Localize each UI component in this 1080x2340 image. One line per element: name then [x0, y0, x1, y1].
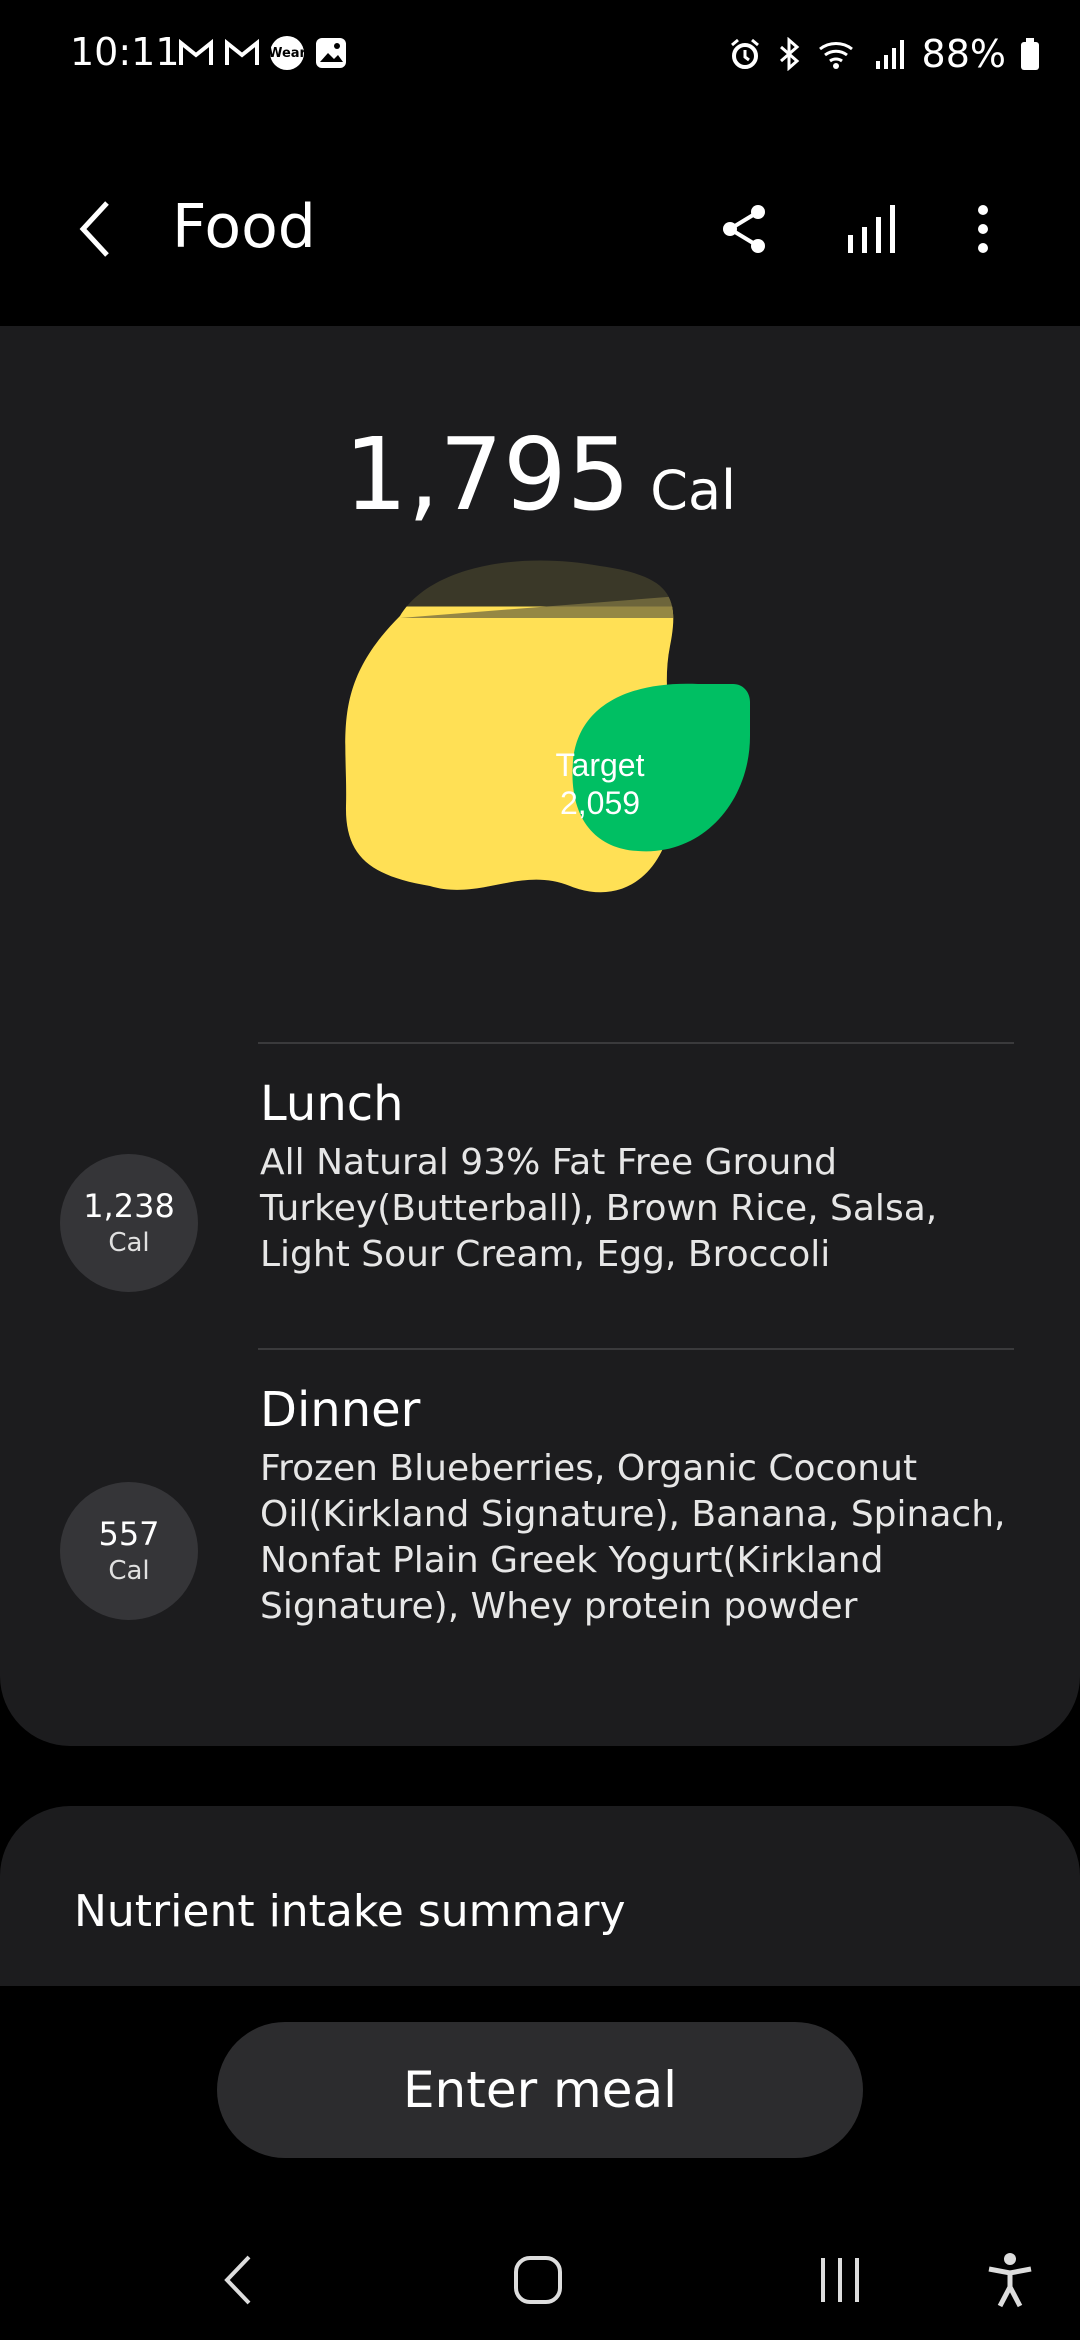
home-nav-icon: [514, 2256, 562, 2304]
share-icon: [723, 205, 765, 253]
chart-icon: [848, 205, 895, 253]
meal-calories: 1,238: [83, 1187, 175, 1225]
gmail-icon: [225, 38, 259, 65]
food-summary-card: 1,795 Cal Target 2,059 1,238 Cal Lunch A…: [0, 326, 1080, 1746]
wifi-icon: [818, 42, 853, 69]
more-options-button[interactable]: [948, 194, 1018, 264]
meal-calories-unit: Cal: [108, 1228, 150, 1258]
nutrient-summary-card[interactable]: Nutrient intake summary: [0, 1806, 1080, 1986]
battery-icon: [1021, 38, 1039, 70]
system-nav-bar: [0, 2200, 1080, 2340]
more-icon: [978, 205, 988, 253]
calorie-total-value: 1,795: [343, 416, 631, 533]
status-notification-icons: Wear: [178, 36, 348, 70]
target-text: Target: [555, 747, 645, 783]
page-title: Food: [172, 192, 316, 262]
meal-calories-unit: Cal: [108, 1556, 150, 1586]
nav-recents-button[interactable]: [800, 2240, 880, 2320]
battery-percent: 88%: [921, 32, 1006, 76]
nav-home-button[interactable]: [498, 2240, 578, 2320]
meal-calorie-badge: 1,238 Cal: [60, 1154, 198, 1292]
gallery-icon: [316, 38, 346, 68]
back-nav-icon: [224, 2255, 251, 2305]
divider: [258, 1042, 1014, 1044]
chevron-left-icon: [79, 201, 109, 257]
back-button[interactable]: [60, 194, 130, 264]
meal-lunch[interactable]: 1,238 Cal Lunch All Natural 93% Fat Free…: [0, 1056, 1080, 1346]
nutrient-summary-title: Nutrient intake summary: [74, 1886, 626, 1937]
share-button[interactable]: [710, 194, 780, 264]
signal-icon: [875, 40, 904, 69]
meal-name: Dinner: [260, 1382, 421, 1438]
meal-name: Lunch: [260, 1076, 404, 1132]
divider: [258, 1348, 1014, 1350]
calorie-total: 1,795 Cal: [0, 416, 1080, 533]
meal-items: All Natural 93% Fat Free Ground Turkey(B…: [260, 1142, 938, 1275]
recents-nav-icon: [821, 2258, 859, 2302]
status-time: 10:11: [70, 30, 180, 74]
nav-accessibility-button[interactable]: [970, 2240, 1050, 2320]
alarm-icon: [730, 38, 759, 69]
meal-calories: 557: [98, 1515, 160, 1553]
app-header: Food: [0, 180, 1080, 280]
calorie-blob-svg: [345, 560, 750, 893]
trends-button[interactable]: [836, 194, 906, 264]
gmail-icon: [179, 38, 213, 65]
meal-dinner[interactable]: 557 Cal Dinner Frozen Blueberries, Organ…: [0, 1362, 1080, 1702]
status-bar: 10:11 Wear 88%: [0, 0, 1080, 110]
wear-icon: Wear: [268, 36, 306, 70]
target-label: Target 2,059: [550, 746, 650, 822]
target-value: 2,059: [559, 785, 641, 821]
nav-back-button[interactable]: [198, 2240, 278, 2320]
meal-items: Frozen Blueberries, Organic Coconut Oil(…: [260, 1448, 1006, 1627]
status-system-icons: 88%: [728, 32, 1040, 76]
enter-meal-button[interactable]: Enter meal: [217, 2022, 863, 2158]
accessibility-icon: [988, 2253, 1032, 2308]
bluetooth-icon: [779, 37, 799, 71]
calorie-total-unit: Cal: [650, 459, 737, 522]
meal-calorie-badge: 557 Cal: [60, 1482, 198, 1620]
calorie-progress-graphic[interactable]: Target 2,059: [340, 556, 760, 896]
